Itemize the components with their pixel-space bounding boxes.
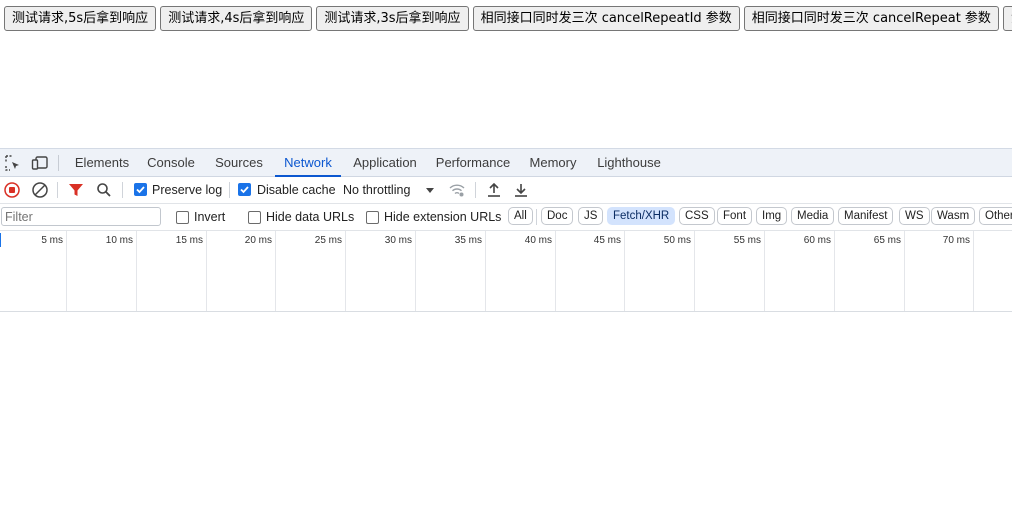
inspect-element-icon[interactable] bbox=[4, 154, 22, 172]
invert-label: Invert bbox=[194, 210, 226, 224]
test-request-4s-button[interactable]: 测试请求,4s后拿到响应 bbox=[160, 6, 313, 31]
timeline-grid-line bbox=[834, 231, 835, 311]
tab-sources[interactable]: Sources bbox=[210, 149, 268, 176]
test-request-3s-button[interactable]: 测试请求,3s后拿到响应 bbox=[316, 6, 469, 31]
tab-console[interactable]: Console bbox=[142, 149, 200, 176]
timeline-grid-line bbox=[415, 231, 416, 311]
type-filter-other[interactable]: Other bbox=[979, 207, 1012, 225]
same-api-cancel-repeat-id-button[interactable]: 相同接口同时发三次 cancelRepeatId 参数 bbox=[472, 6, 740, 31]
devtools-panel: Elements Console Sources Network Applica… bbox=[0, 148, 1012, 521]
preserve-log-label: Preserve log bbox=[152, 183, 223, 197]
timeline-tick-label: 55 ms bbox=[733, 235, 761, 246]
timeline-tick-label: 25 ms bbox=[314, 235, 342, 246]
timeline-tick-label: 10 ms bbox=[105, 235, 133, 246]
devtools-tab-bar: Elements Console Sources Network Applica… bbox=[0, 149, 1012, 177]
toolbar-separator bbox=[475, 182, 476, 198]
tab-memory[interactable]: Memory bbox=[526, 149, 580, 176]
invert-checkbox[interactable] bbox=[176, 211, 189, 224]
type-filter-manifest[interactable]: Manifest bbox=[838, 207, 894, 225]
hide-extension-urls-label: Hide extension URLs bbox=[384, 210, 502, 224]
timeline-grid-line bbox=[485, 231, 486, 311]
timeline-tick-label: 50 ms bbox=[663, 235, 691, 246]
network-toolbar: Preserve log Disable cache No throttling bbox=[0, 177, 1012, 204]
preserve-log-checkbox[interactable] bbox=[134, 183, 147, 196]
hide-extension-urls-checkbox[interactable] bbox=[366, 211, 379, 224]
disable-cache-label: Disable cache bbox=[257, 183, 336, 197]
tab-bar-separator bbox=[58, 155, 59, 171]
timeline-grid-line bbox=[136, 231, 137, 311]
timeline-grid-line bbox=[555, 231, 556, 311]
network-filter-bar: Invert Hide data URLs Hide extension URL… bbox=[0, 204, 1012, 231]
timeline-tick-label: 65 ms bbox=[873, 235, 901, 246]
download-icon[interactable] bbox=[512, 181, 530, 199]
timeline-tick-label: 20 ms bbox=[244, 235, 272, 246]
timeline-grid-line bbox=[904, 231, 905, 311]
toolbar-separator bbox=[57, 182, 58, 198]
timeline-start-marker bbox=[0, 233, 1, 247]
filter-funnel-icon[interactable] bbox=[67, 181, 85, 199]
type-filter-wasm[interactable]: Wasm bbox=[931, 207, 976, 225]
hide-data-urls-checkbox[interactable] bbox=[248, 211, 261, 224]
timeline-grid-line bbox=[694, 231, 695, 311]
timeline-tick-label: 70 ms bbox=[942, 235, 970, 246]
timeline-grid-line bbox=[275, 231, 276, 311]
timeline-grid-line bbox=[624, 231, 625, 311]
type-filter-doc[interactable]: Doc bbox=[541, 207, 574, 225]
type-filter-ws[interactable]: WS bbox=[899, 207, 930, 225]
type-filter-js[interactable]: JS bbox=[578, 207, 604, 225]
same-api-cancel-repeat-button[interactable]: 相同接口同时发三次 cancelRepeat 参数 bbox=[743, 6, 999, 31]
chevron-down-icon[interactable] bbox=[421, 181, 439, 199]
throttling-select[interactable]: No throttling bbox=[343, 181, 410, 199]
timeline-tick-label: 40 ms bbox=[524, 235, 552, 246]
timeline-tick-label: 5 ms bbox=[41, 235, 63, 246]
type-filter-fetch-xhr[interactable]: Fetch/XHR bbox=[607, 207, 676, 225]
timeline-tick-label: 45 ms bbox=[593, 235, 621, 246]
timeline-grid-line bbox=[973, 231, 974, 311]
timeline-grid-line bbox=[345, 231, 346, 311]
type-filter-font[interactable]: Font bbox=[717, 207, 753, 225]
network-overview-timeline[interactable]: 5 ms 10 ms 15 ms 20 ms 25 ms 30 ms 35 ms 40 ms 4… bbox=[0, 231, 1012, 312]
test-request-5s-button[interactable]: 测试请求,5s后拿到响应 bbox=[4, 6, 157, 31]
tab-lighthouse[interactable]: Lighthouse bbox=[593, 149, 665, 176]
timeline-grid-line bbox=[206, 231, 207, 311]
timeline-grid-line bbox=[66, 231, 67, 311]
filter-separator bbox=[536, 209, 537, 225]
timeline-tick-label: 35 ms bbox=[454, 235, 482, 246]
network-conditions-icon[interactable] bbox=[448, 181, 466, 199]
tab-application[interactable]: Application bbox=[348, 149, 422, 176]
timeline-grid-line bbox=[764, 231, 765, 311]
type-filter-css[interactable]: CSS bbox=[679, 207, 715, 225]
stop-recording-icon[interactable] bbox=[3, 181, 21, 199]
tab-elements[interactable]: Elements bbox=[70, 149, 134, 176]
type-filter-all[interactable]: All bbox=[508, 207, 533, 225]
filter-input[interactable] bbox=[1, 207, 161, 226]
upload-icon[interactable] bbox=[485, 181, 503, 199]
type-filter-img[interactable]: Img bbox=[756, 207, 788, 225]
search-icon[interactable] bbox=[95, 181, 113, 199]
toolbar-separator bbox=[229, 182, 230, 198]
clear-icon[interactable] bbox=[31, 181, 49, 199]
timeline-tick-label: 60 ms bbox=[803, 235, 831, 246]
hide-data-urls-label: Hide data URLs bbox=[266, 210, 355, 224]
tab-performance[interactable]: Performance bbox=[432, 149, 514, 176]
device-toolbar-icon[interactable] bbox=[31, 154, 49, 172]
test-button-cut-off[interactable]: 测 bbox=[1002, 6, 1012, 31]
timeline-tick-label: 30 ms bbox=[384, 235, 412, 246]
toolbar-separator bbox=[122, 182, 123, 198]
timeline-tick-label: 15 ms bbox=[175, 235, 203, 246]
tab-network[interactable]: Network bbox=[275, 149, 341, 177]
page-button-row: 测试请求,5s后拿到响应 测试请求,4s后拿到响应 测试请求,3s后拿到响应 相同接口… bbox=[4, 6, 1012, 32]
type-filter-media[interactable]: Media bbox=[791, 207, 835, 225]
disable-cache-checkbox[interactable] bbox=[238, 183, 251, 196]
